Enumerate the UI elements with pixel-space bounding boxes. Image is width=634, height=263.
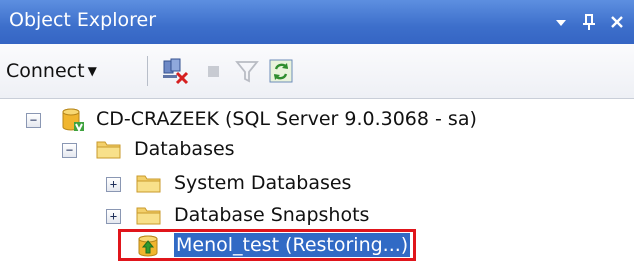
pin-icon: [583, 14, 595, 30]
annotation-highlight-box: [118, 229, 416, 261]
window-position-dropdown-button[interactable]: [548, 8, 574, 36]
connect-dropdown-caret-icon[interactable]: ▼: [88, 64, 97, 78]
server-icon: [60, 107, 84, 133]
toolbar-separator: [147, 56, 148, 86]
refresh-icon: [269, 59, 293, 83]
toolbar: Connect ▼: [0, 44, 634, 99]
title-bar: Object Explorer: [0, 0, 634, 44]
filter-button[interactable]: [232, 56, 262, 86]
folder-icon: [96, 137, 121, 161]
disconnect-button[interactable]: [160, 56, 190, 86]
collapse-expander-icon[interactable]: −: [26, 113, 41, 128]
window-title: Object Explorer: [9, 9, 157, 31]
collapse-expander-icon[interactable]: −: [62, 143, 77, 158]
tree-node-system-databases[interactable]: + System Databases: [0, 168, 634, 198]
expand-expander-icon[interactable]: +: [106, 177, 121, 192]
tree-node-server[interactable]: − CD-CRAZEEK (SQL Server 9.0.3068 - sa): [0, 104, 634, 134]
close-button[interactable]: [604, 8, 630, 36]
chevron-down-icon: [556, 20, 566, 26]
system-databases-node-label: System Databases: [174, 172, 352, 194]
disconnect-icon: [163, 58, 189, 85]
folder-icon: [136, 171, 161, 195]
tree-node-database-snapshots[interactable]: + Database Snapshots: [0, 200, 634, 230]
tree-node-databases[interactable]: − Databases: [0, 134, 634, 164]
databases-node-label: Databases: [134, 138, 235, 160]
auto-hide-pin-button[interactable]: [576, 8, 602, 36]
connect-label: Connect: [6, 60, 85, 82]
server-node-label: CD-CRAZEEK (SQL Server 9.0.3068 - sa): [96, 108, 477, 130]
expand-expander-icon[interactable]: +: [106, 209, 121, 224]
folder-icon: [136, 203, 161, 227]
database-snapshots-node-label: Database Snapshots: [174, 204, 370, 226]
object-explorer-window: Object Explorer Connect ▼ − CD-CRAZEEK (…: [0, 0, 634, 261]
stop-button[interactable]: [198, 56, 228, 86]
stop-icon: [208, 66, 219, 77]
filter-icon: [235, 61, 259, 83]
connect-button[interactable]: Connect ▼: [6, 56, 97, 86]
close-icon: [611, 16, 623, 28]
refresh-button[interactable]: [266, 56, 296, 86]
